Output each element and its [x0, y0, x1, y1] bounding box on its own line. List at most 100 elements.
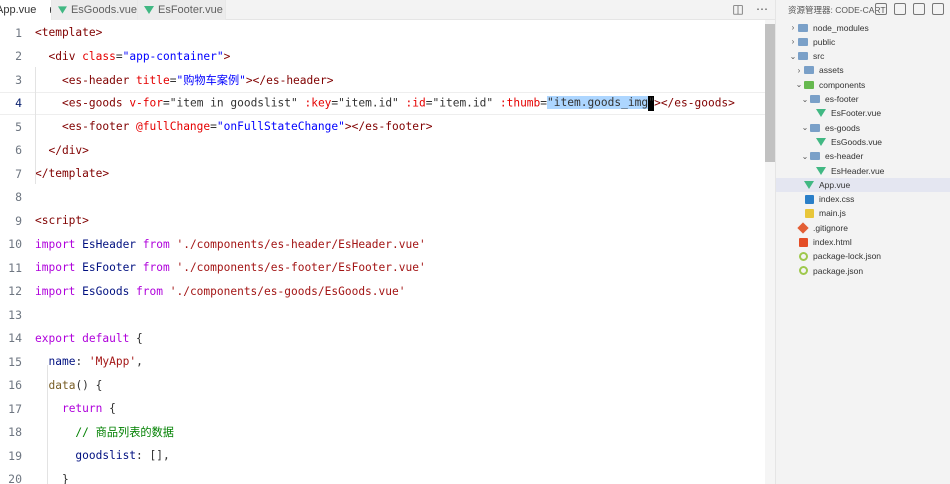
line-number: 14	[8, 331, 22, 346]
code-line[interactable]: 18 // 商品列表的数据	[0, 421, 775, 445]
explorer-item[interactable]: ⌄ es-footer	[776, 92, 950, 106]
code-text[interactable]: import EsFooter from './components/es-fo…	[35, 261, 426, 274]
code-text[interactable]: <script>	[35, 214, 89, 227]
tab-label: EsGoods.vue	[70, 4, 137, 16]
code-line[interactable]: 6 </div>	[0, 139, 775, 163]
code-line[interactable]: 5 <es-footer @fullChange="onFullStateCha…	[0, 115, 775, 139]
code-line[interactable]: 2 <div class="app-container">	[0, 45, 775, 69]
explorer-item-label: index.html	[813, 237, 852, 247]
editor-tab-bar: App.vue EsGoods.vue EsFooter.vue ◫ ⋯	[0, 0, 775, 20]
code-text[interactable]: }	[35, 473, 69, 484]
new-folder-icon[interactable]	[894, 3, 906, 15]
folder-icon	[804, 65, 814, 75]
code-text[interactable]: <es-goods v-for="item in goodslist" :key…	[35, 95, 735, 111]
json-file-icon	[798, 266, 808, 276]
explorer-item[interactable]: ⌄ es-goods	[776, 121, 950, 135]
vue-icon	[816, 166, 826, 176]
code-line[interactable]: 10 import EsHeader from './components/es-…	[0, 233, 775, 257]
explorer-item[interactable]: › public	[776, 35, 950, 49]
code-text[interactable]: import EsHeader from './components/es-he…	[35, 238, 426, 251]
explorer-item[interactable]: package-lock.json	[776, 249, 950, 263]
code-line[interactable]: 8	[0, 186, 775, 210]
more-actions-icon[interactable]: ⋯	[755, 2, 769, 16]
explorer-item[interactable]: › assets	[776, 63, 950, 77]
chevron-icon[interactable]: ›	[788, 37, 798, 46]
code-text[interactable]: data() {	[35, 379, 102, 392]
line-number: 13	[8, 307, 22, 322]
explorer-item[interactable]: index.html	[776, 235, 950, 249]
code-line[interactable]: 16 data() {	[0, 374, 775, 398]
explorer-actions	[875, 3, 944, 15]
folder-icon	[798, 37, 808, 47]
collapse-all-icon[interactable]	[932, 3, 944, 15]
chevron-icon[interactable]: ⌄	[800, 95, 810, 104]
explorer-item[interactable]: App.vue	[776, 177, 950, 192]
code-line[interactable]: 7 </template>	[0, 162, 775, 186]
vue-icon	[816, 137, 826, 147]
code-text[interactable]: <es-header title="购物车案例"></es-header>	[35, 72, 334, 88]
code-line[interactable]: 11 import EsFooter from './components/es-…	[0, 256, 775, 280]
code-text[interactable]: name: 'MyApp',	[35, 355, 142, 368]
line-number: 2	[15, 49, 22, 64]
explorer-item[interactable]: EsHeader.vue	[776, 164, 950, 178]
line-number: 5	[15, 119, 22, 134]
code-line[interactable]: 17 return {	[0, 397, 775, 421]
tab-app-vue[interactable]: App.vue	[0, 0, 52, 20]
folder-icon	[804, 80, 814, 90]
code-line[interactable]: 19 goodslist: [],	[0, 444, 775, 468]
explorer-item[interactable]: ⌄ es-header	[776, 149, 950, 163]
explorer-item[interactable]: EsFooter.vue	[776, 106, 950, 120]
chevron-icon[interactable]: ›	[788, 23, 798, 32]
new-file-icon[interactable]	[875, 3, 887, 15]
unsaved-dot-icon[interactable]	[50, 7, 51, 13]
code-text[interactable]: <es-footer @fullChange="onFullStateChang…	[35, 120, 432, 133]
chevron-icon[interactable]: ⌄	[794, 80, 804, 89]
explorer-item-label: index.css	[819, 194, 855, 205]
code-line[interactable]: 1 <template>	[0, 21, 775, 45]
tab-esgoods-vue[interactable]: EsGoods.vue	[52, 0, 138, 20]
code-text[interactable]: <template>	[35, 26, 102, 39]
code-text[interactable]: <div class="app-container">	[35, 50, 230, 63]
code-text[interactable]: export default {	[35, 332, 143, 345]
explorer-item[interactable]: ⌄ src	[776, 49, 950, 63]
explorer-item[interactable]: › node_modules	[776, 21, 950, 35]
line-number: 6	[15, 143, 22, 158]
json-file-icon	[798, 251, 808, 261]
code-line[interactable]: 14 export default {	[0, 327, 775, 351]
chevron-icon[interactable]: ⌄	[788, 52, 798, 61]
file-explorer: 资源管理器: CODE-CART › node_modules › public ⌄ sr…	[775, 0, 950, 484]
explorer-item[interactable]: ⌄ components	[776, 78, 950, 92]
explorer-item-label: components	[819, 79, 866, 90]
code-text[interactable]: // 商品列表的数据	[35, 424, 174, 440]
refresh-icon[interactable]	[913, 3, 925, 15]
chevron-icon[interactable]: ⌄	[800, 123, 810, 132]
tab-esfooter-vue[interactable]: EsFooter.vue	[138, 0, 226, 20]
explorer-item[interactable]: index.css	[776, 192, 950, 206]
explorer-item[interactable]: .gitignore	[776, 221, 950, 235]
chevron-icon[interactable]: ›	[794, 66, 804, 75]
code-line[interactable]: 13	[0, 303, 775, 327]
tab-label: App.vue	[0, 4, 37, 16]
chevron-icon[interactable]: ⌄	[800, 152, 810, 161]
split-editor-icon[interactable]: ◫	[731, 2, 745, 16]
code-line[interactable]: 9 <script>	[0, 209, 775, 233]
line-number: 9	[15, 213, 22, 228]
code-text[interactable]: import EsGoods from './components/es-goo…	[35, 285, 405, 298]
code-line[interactable]: 3 <es-header title="购物车案例"></es-header>	[0, 68, 775, 92]
code-line[interactable]: 20 }	[0, 468, 775, 484]
code-editor[interactable]: 1 <template> 2 <div class="app-container">…	[0, 20, 775, 484]
explorer-item[interactable]: package.json	[776, 264, 950, 278]
code-text[interactable]: </template>	[35, 167, 109, 180]
editor-scrollbar-thumb[interactable]	[765, 24, 775, 162]
folder-icon	[810, 123, 820, 133]
explorer-item-label: EsFooter.vue	[831, 108, 882, 119]
code-text[interactable]: goodslist: [],	[35, 449, 169, 462]
code-text[interactable]: </div>	[35, 144, 88, 157]
code-line[interactable]: 15 name: 'MyApp',	[0, 350, 775, 374]
code-line[interactable]: 4 <es-goods v-for="item in goodslist" :k…	[0, 91, 775, 115]
vue-icon	[144, 6, 154, 14]
folder-icon	[810, 151, 820, 161]
explorer-item[interactable]: main.js	[776, 206, 950, 220]
explorer-item[interactable]: EsGoods.vue	[776, 135, 950, 149]
code-line[interactable]: 12 import EsGoods from './components/es-g…	[0, 280, 775, 304]
